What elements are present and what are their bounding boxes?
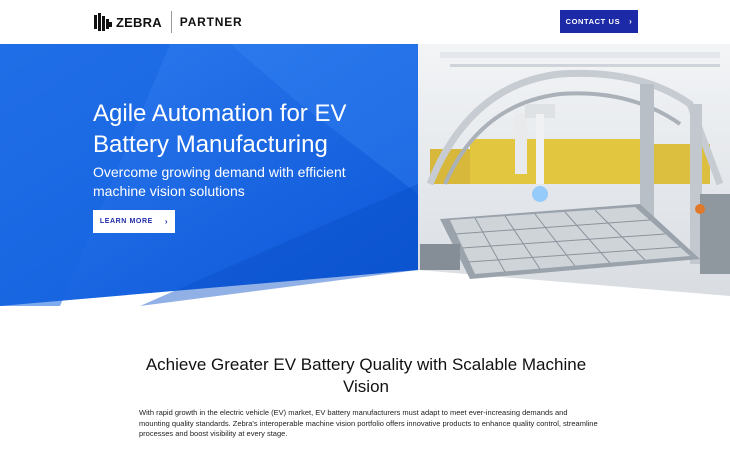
chevron-right-icon: › <box>629 17 633 26</box>
zebra-head-icon <box>94 13 112 31</box>
zebra-partner-logo[interactable]: ZEBRA PARTNER <box>94 11 243 33</box>
site-header: ZEBRA PARTNER CONTACT US › <box>0 0 730 44</box>
ev-battery-assembly-photo <box>418 44 730 296</box>
hero-banner: Agile Automation for EV Battery Manufact… <box>0 44 730 306</box>
hero-title: Agile Automation for EV Battery Manufact… <box>93 100 347 158</box>
learn-more-button[interactable]: LEARN MORE › <box>93 210 175 233</box>
section-title: Achieve Greater EV Battery Quality with … <box>145 355 587 396</box>
contact-us-label: CONTACT US <box>565 17 621 26</box>
section-body: With rapid growth in the electric vehicl… <box>139 408 598 438</box>
contact-us-button[interactable]: CONTACT US › <box>560 10 638 33</box>
learn-more-label: LEARN MORE <box>99 218 153 225</box>
brand-name: ZEBRA <box>116 14 162 30</box>
partner-label: PARTNER <box>179 15 243 29</box>
chevron-right-icon: › <box>164 217 169 226</box>
logo-divider <box>170 11 172 33</box>
hero-subtitle: Overcome growing demand with efficient m… <box>93 164 346 199</box>
